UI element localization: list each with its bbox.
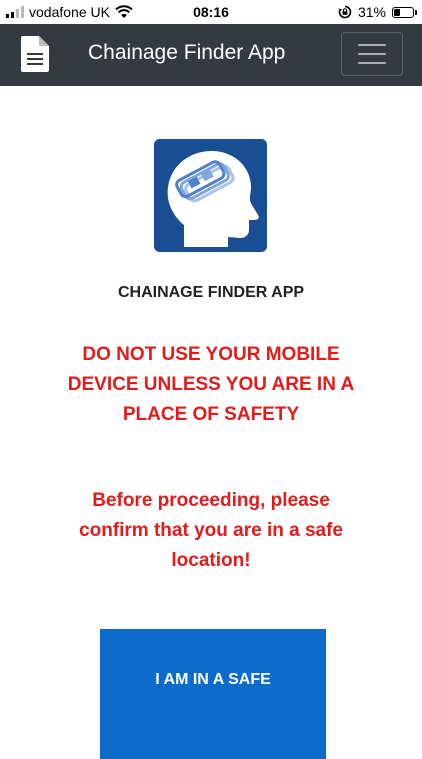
document-icon <box>21 36 49 72</box>
hamburger-menu-icon <box>358 44 386 46</box>
battery-percent: 31% <box>357 4 386 20</box>
top-navbar: Chainage Finder App <box>0 24 422 86</box>
safety-warning-text: DO NOT USE YOUR MOBILE DEVICE UNLESS YOU… <box>67 344 355 425</box>
confirm-safe-location-text: Before proceeding, please confirm that y… <box>79 490 343 571</box>
app-logo <box>154 139 267 252</box>
status-bar-right: 31% <box>338 4 417 20</box>
hamburger-menu-button[interactable] <box>341 32 403 76</box>
battery-icon <box>392 6 417 18</box>
battery-fill <box>394 8 401 16</box>
head-with-chainage-logo-icon <box>154 139 267 252</box>
page-heading: CHAINAGE FINDER APP <box>117 284 305 301</box>
app-title[interactable]: Chainage Finder App <box>88 41 285 65</box>
rotation-lock-icon <box>338 5 352 19</box>
status-bar: vodafone UK 08:16 31% <box>0 0 422 24</box>
i-am-safe-button[interactable]: I AM IN A SAFE <box>100 629 326 759</box>
